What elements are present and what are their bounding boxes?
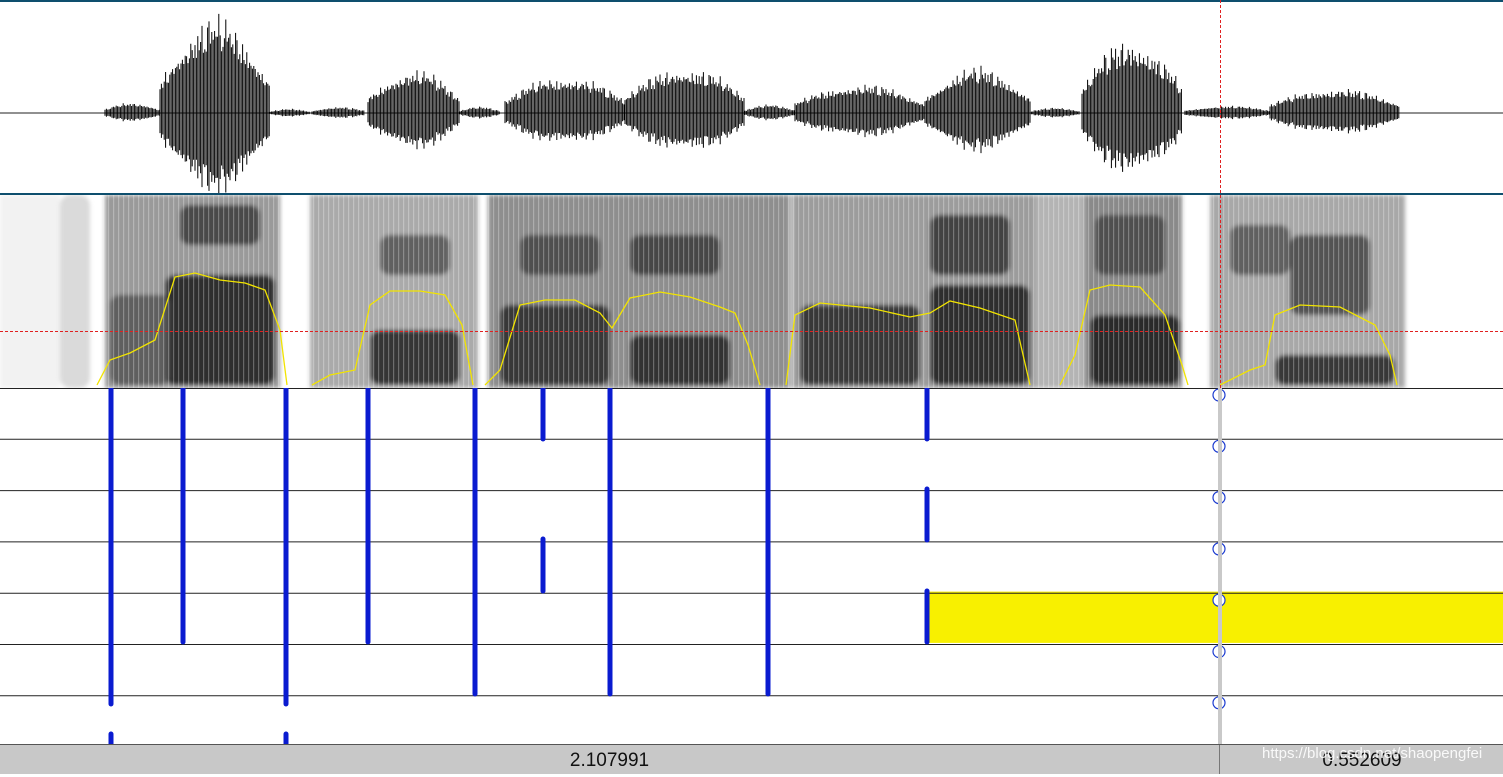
waveform-panel[interactable]	[0, 0, 1503, 198]
boundary-circle-icon[interactable]	[1212, 388, 1226, 402]
annotation-tiers[interactable]	[0, 385, 1503, 748]
boundary-circle-icon[interactable]	[1212, 490, 1226, 505]
spectrogram-formant	[60, 195, 90, 388]
selection-duration[interactable]: 2.107991	[0, 745, 1219, 774]
tier-grid[interactable]	[0, 385, 1503, 748]
boundary-circle-icon[interactable]	[1212, 696, 1226, 710]
spectrogram-graph[interactable]	[0, 195, 1503, 388]
spectrogram-panel[interactable]	[0, 193, 1503, 388]
boundary-circle-icon[interactable]	[1212, 644, 1226, 659]
spectrogram-region	[0, 195, 60, 388]
watermark-text: https://blog.csdn.net/shaopengfei	[1262, 745, 1483, 762]
boundary-circle-icon[interactable]	[1212, 542, 1226, 556]
boundary-circle-icon[interactable]	[1212, 439, 1226, 453]
boundary-circle-icon[interactable]	[1212, 593, 1226, 607]
waveform-graph[interactable]	[0, 2, 1503, 198]
waveform-signal	[104, 13, 1400, 198]
